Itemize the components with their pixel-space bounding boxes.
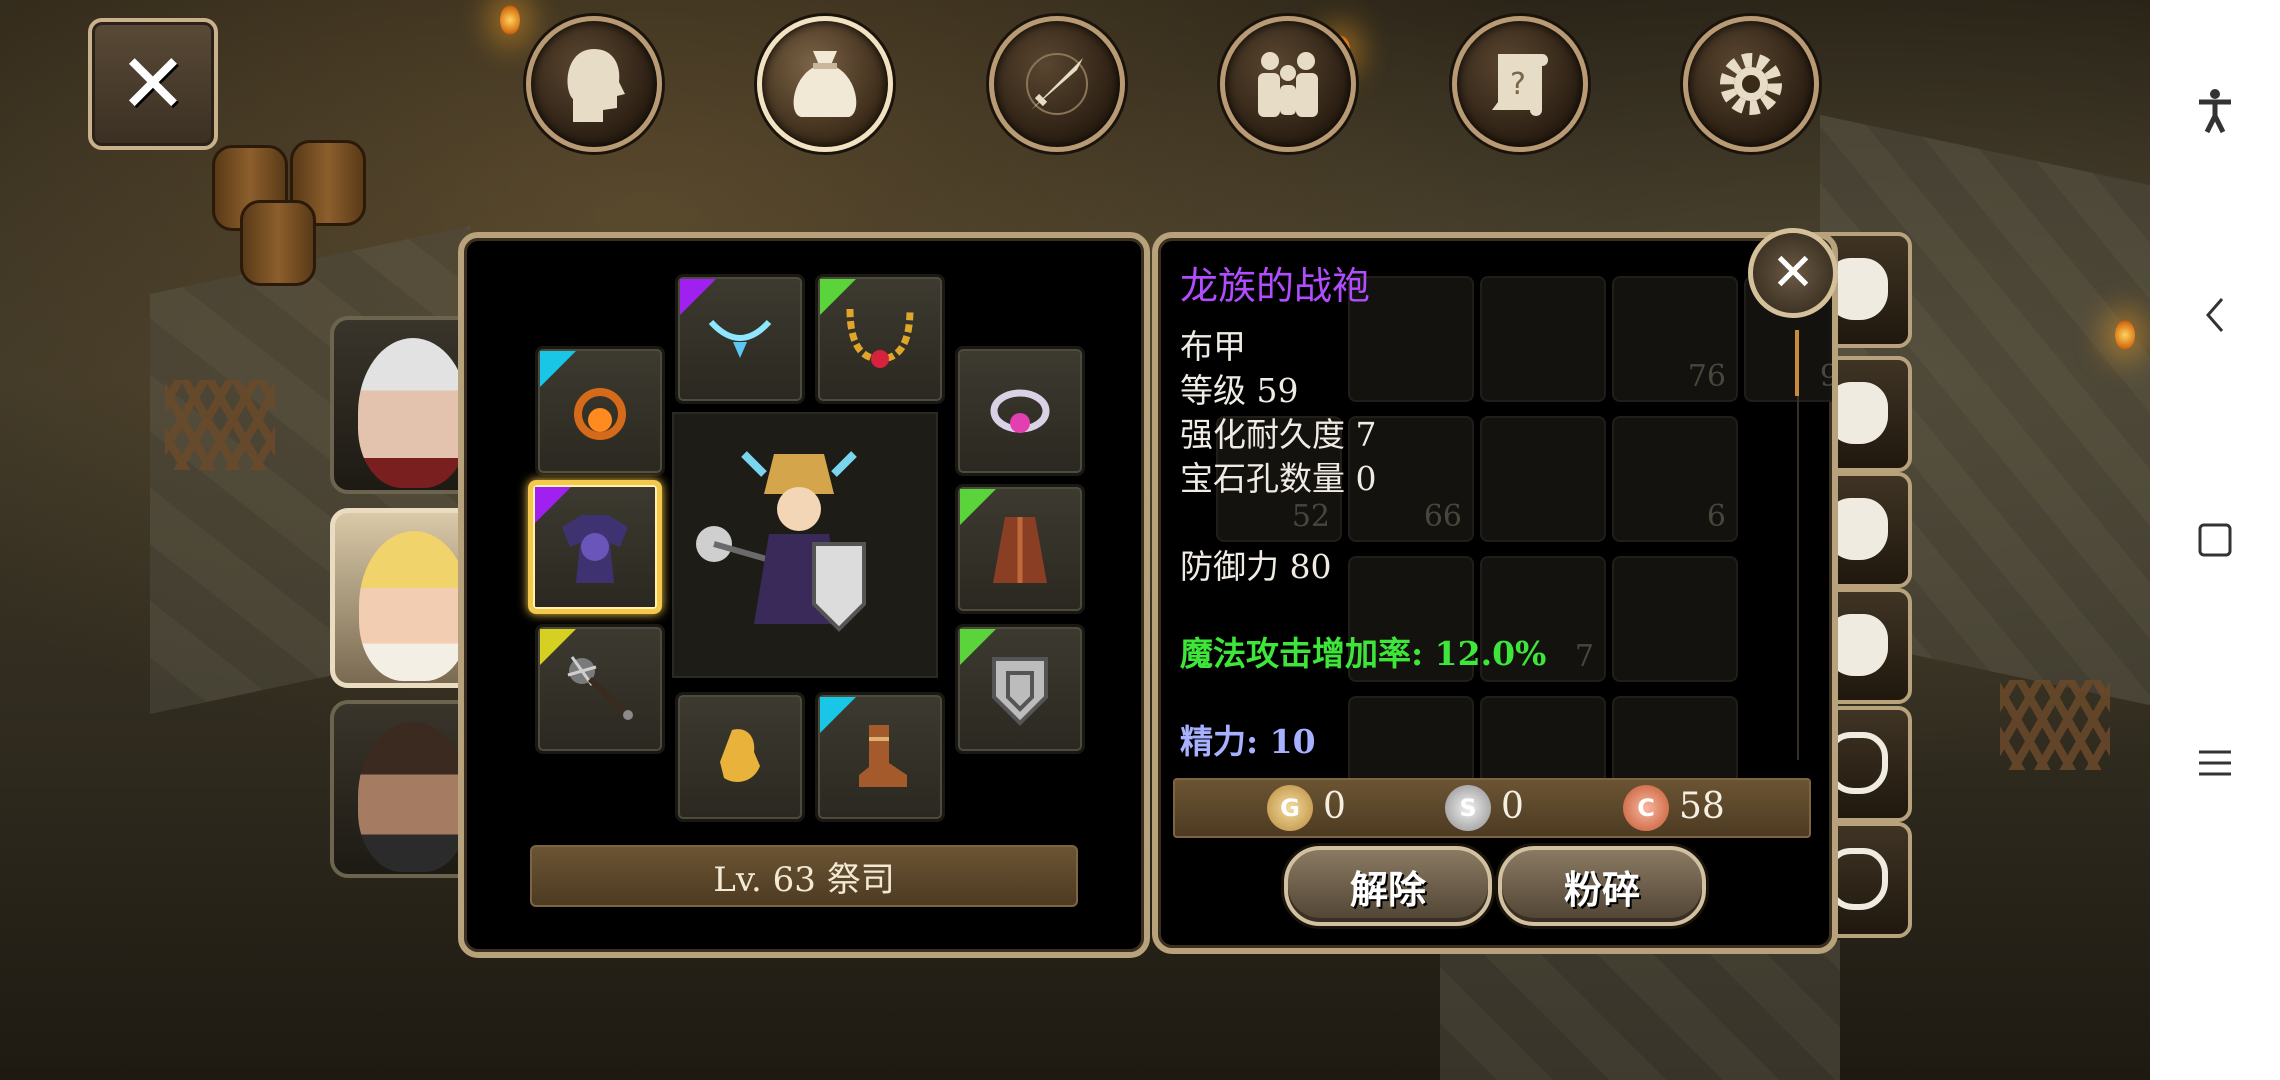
- item-count: 52: [1291, 499, 1330, 534]
- equip-slot-cloak[interactable]: [955, 484, 1085, 614]
- sword-icon: [994, 21, 1120, 147]
- item-count: 76: [1687, 359, 1726, 394]
- item-count: 95: [1819, 359, 1838, 394]
- item-detail-panel: 76 95 52 66 6 7 68: [1152, 232, 1838, 954]
- gear-icon: [1688, 21, 1814, 147]
- glove-icon: [678, 695, 802, 819]
- equip-slot-weapon[interactable]: [535, 624, 665, 754]
- detail-close-button[interactable]: ✕: [1748, 228, 1838, 318]
- item-type: 布甲: [1180, 327, 1246, 366]
- copper-amount: 58: [1679, 786, 1725, 827]
- currency-bar: G 0 S 0 C 58: [1173, 778, 1811, 838]
- scroll-icon: ?: [1457, 21, 1583, 147]
- system-nav-bar: [2150, 0, 2280, 1080]
- necklace-icon: [818, 277, 942, 401]
- item-bonus-stat: 魔法攻击增加率: 12.0%: [1180, 634, 1547, 673]
- tab-inventory[interactable]: [757, 16, 893, 152]
- scrollbar-thumb[interactable]: [1795, 330, 1799, 396]
- silver-coin-icon: S: [1445, 785, 1491, 831]
- tab-settings[interactable]: [1683, 16, 1819, 152]
- necklace-icon: [678, 277, 802, 401]
- equip-slot-armor-selected[interactable]: [528, 480, 662, 614]
- item-stamina-stat: 精力: 10: [1180, 722, 1316, 761]
- copper-coin-icon: C: [1623, 785, 1669, 831]
- cloak-icon: [958, 487, 1082, 611]
- inventory-slot: 6: [1612, 416, 1738, 542]
- avatar: [359, 531, 469, 681]
- avatar: [358, 338, 468, 488]
- equip-slot-necklace-1[interactable]: [675, 274, 805, 404]
- svg-text:?: ?: [1510, 67, 1526, 102]
- close-button[interactable]: ✕: [88, 18, 218, 150]
- floor-tile: [1440, 940, 1840, 1080]
- equip-slot-ring[interactable]: [955, 346, 1085, 476]
- smash-button[interactable]: 粉碎: [1498, 846, 1706, 926]
- inventory-slot: 76: [1612, 276, 1738, 402]
- torch-decoration: [500, 5, 520, 35]
- boot-icon: [818, 695, 942, 819]
- unequip-button[interactable]: 解除: [1284, 846, 1492, 926]
- back-icon[interactable]: [2150, 295, 2280, 339]
- menu-icon[interactable]: [2150, 748, 2280, 782]
- character-level-class: Lv. 63 祭司: [530, 845, 1078, 907]
- avatar: [358, 722, 468, 872]
- people-icon: [1225, 21, 1351, 147]
- tab-character[interactable]: [526, 16, 662, 152]
- amulet-icon: [538, 349, 662, 473]
- inventory-slot: [1480, 276, 1606, 402]
- tab-quests[interactable]: ?: [1452, 16, 1588, 152]
- shield-icon: [958, 627, 1082, 751]
- item-level: 等级 59: [1180, 371, 1299, 410]
- equip-slot-gloves[interactable]: [675, 692, 805, 822]
- item-name: 龙族的战袍: [1180, 264, 1371, 308]
- item-durability: 强化耐久度 7: [1180, 415, 1377, 454]
- barrel-decoration: [240, 200, 316, 286]
- close-icon: ✕: [1771, 243, 1815, 303]
- head-icon: [531, 21, 657, 147]
- equip-slot-shield[interactable]: [955, 624, 1085, 754]
- silver-amount: 0: [1501, 786, 1524, 827]
- mace-icon: [538, 627, 662, 751]
- item-count: 7: [1574, 639, 1594, 674]
- robe-icon: [533, 485, 657, 609]
- torch-decoration: [2115, 320, 2135, 350]
- item-count: 66: [1423, 499, 1462, 534]
- accessibility-icon[interactable]: [2150, 88, 2280, 138]
- inventory-slot: [1480, 416, 1606, 542]
- inventory-slot: [1612, 556, 1738, 682]
- equip-slot-boots[interactable]: [815, 692, 945, 822]
- fence-decoration: [2000, 680, 2110, 770]
- fence-decoration: [165, 380, 275, 470]
- close-icon: ✕: [118, 36, 188, 132]
- item-count: 6: [1706, 499, 1726, 534]
- tab-skills[interactable]: [989, 16, 1125, 152]
- character-preview: [672, 412, 938, 678]
- item-gem-slots: 宝石孔数量 0: [1180, 459, 1377, 498]
- gold-amount: 0: [1323, 786, 1346, 827]
- home-icon[interactable]: [2150, 522, 2280, 562]
- equip-slot-necklace-2[interactable]: [815, 274, 945, 404]
- tab-party[interactable]: [1220, 16, 1356, 152]
- gold-coin-icon: G: [1267, 785, 1313, 831]
- bag-icon: [762, 21, 888, 147]
- equip-slot-earring[interactable]: [535, 346, 665, 476]
- item-defense: 防御力 80: [1180, 547, 1332, 586]
- ring-icon: [958, 349, 1082, 473]
